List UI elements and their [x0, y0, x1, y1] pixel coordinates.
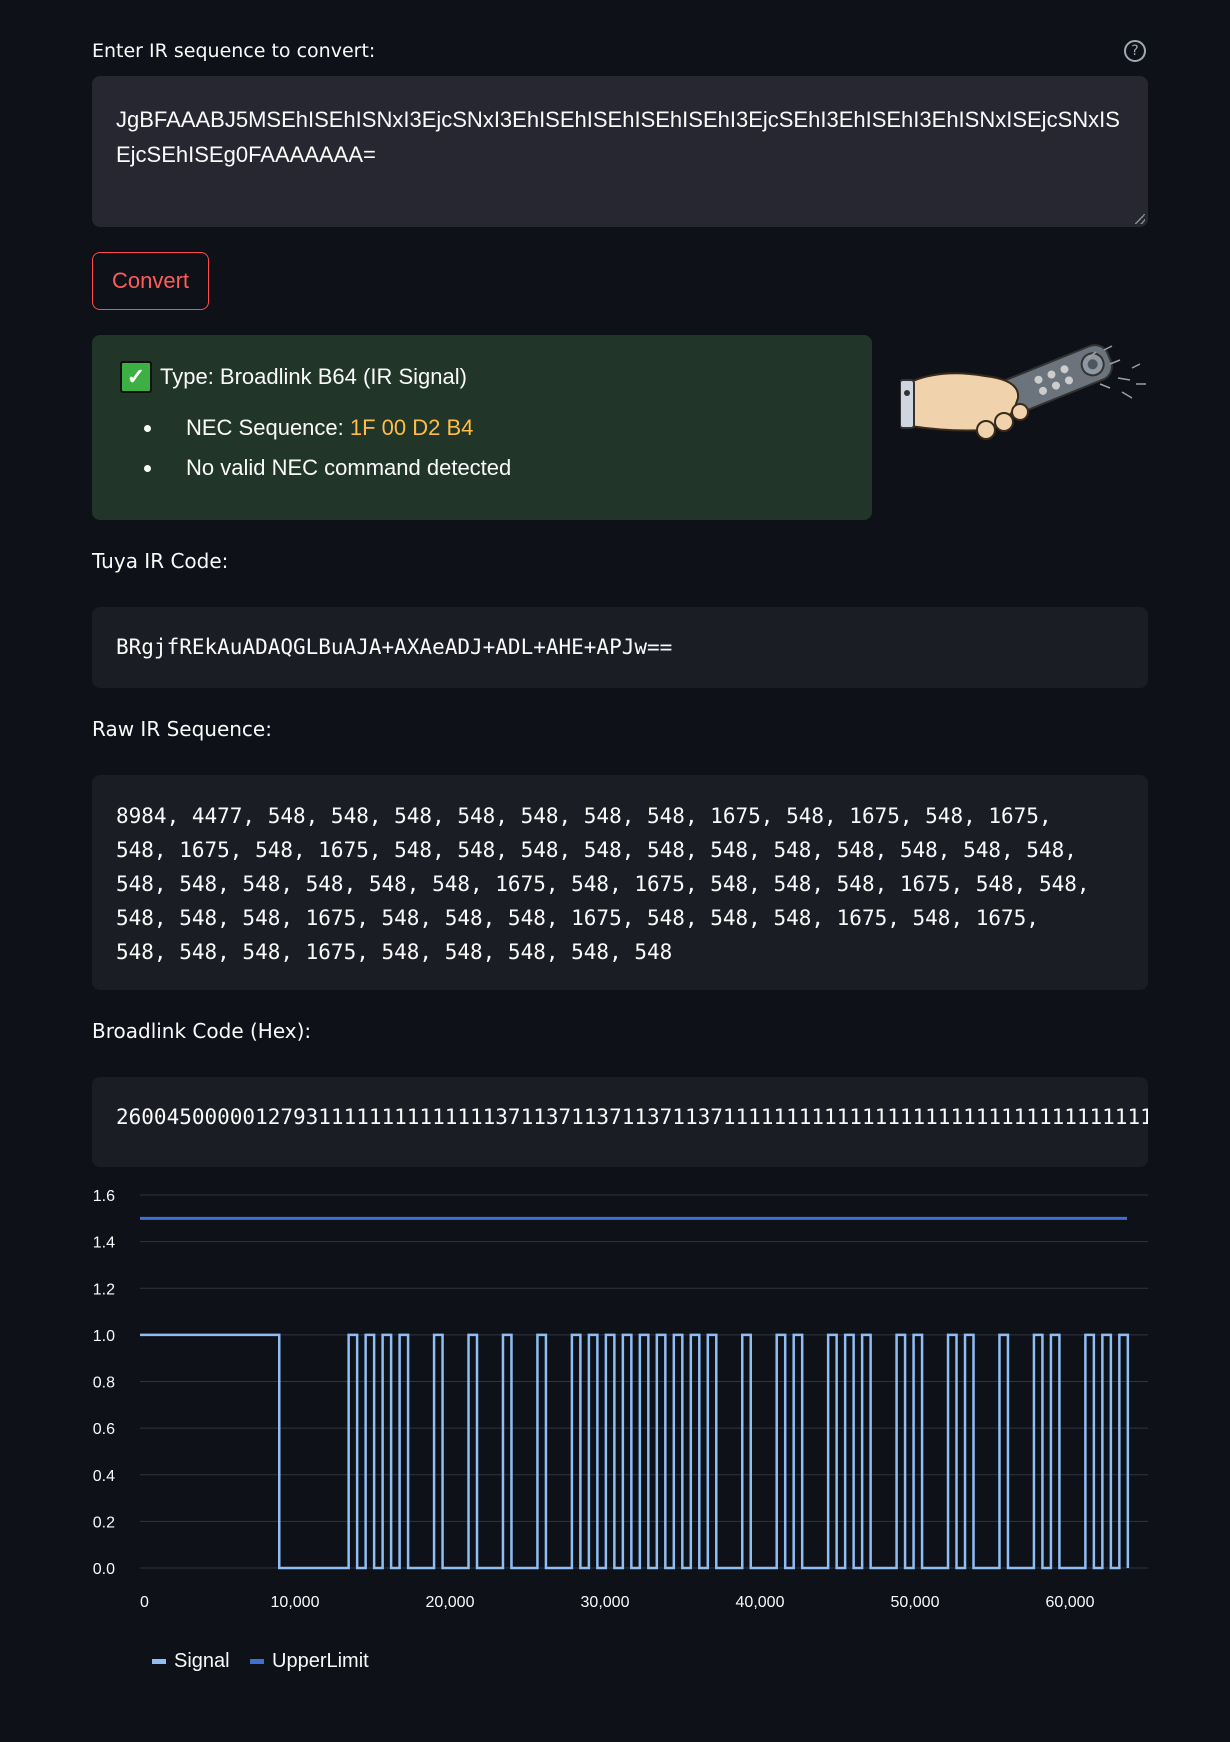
x-tick-label: 20,000	[426, 1594, 475, 1611]
result-list: NEC Sequence: 1F 00 D2 B4 No valid NEC c…	[120, 415, 844, 481]
signal-chart: 0.0 0.2 0.4 0.6 0.8 1.0 1.2 1.4 1.6 0 10,000 20,000…	[93, 1188, 1148, 1611]
y-tick-label: 0.2	[93, 1514, 115, 1531]
result-type: ✓ Type: Broadlink B64 (IR Signal)	[120, 361, 844, 393]
x-tick-label: 0	[140, 1594, 149, 1611]
help-icon[interactable]: ?	[1124, 40, 1146, 62]
input-label: Enter IR sequence to convert:	[92, 40, 376, 62]
result-success-box: ✓ Type: Broadlink B64 (IR Signal) NEC Se…	[92, 335, 872, 520]
y-tick-label: 1.6	[93, 1188, 115, 1205]
x-tick-label: 30,000	[581, 1594, 630, 1611]
y-tick-label: 1.2	[93, 1281, 115, 1298]
y-tick-label: 0.8	[93, 1375, 115, 1392]
legend-signal[interactable]: Signal	[152, 1650, 230, 1673]
raw-line: 8984, 4477, 548, 548, 548, 548, 548, 548…	[116, 804, 1052, 828]
legend-upperlimit[interactable]: UpperLimit	[250, 1650, 369, 1673]
result-type-text: Type: Broadlink B64 (IR Signal)	[160, 364, 467, 389]
raw-line: 548, 548, 548, 1675, 548, 548, 548, 548,…	[116, 940, 673, 964]
upper-swatch	[250, 1659, 264, 1665]
y-tick-label: 1.0	[93, 1328, 115, 1345]
raw-label: Raw IR Sequence:	[92, 717, 272, 741]
no-command-item: No valid NEC command detected	[164, 455, 844, 481]
x-tick-label: 60,000	[1046, 1594, 1095, 1611]
raw-line: 548, 1675, 548, 1675, 548, 548, 548, 548…	[116, 838, 1077, 862]
raw-line: 548, 548, 548, 1675, 548, 548, 548, 1675…	[116, 906, 1039, 930]
nec-value: 1F 00 D2 B4	[349, 415, 474, 440]
signal-swatch	[152, 1659, 166, 1665]
tuya-label: Tuya IR Code:	[92, 549, 229, 573]
raw-sequence-box[interactable]: 8984, 4477, 548, 548, 548, 548, 548, 548…	[92, 775, 1148, 990]
tuya-code-box[interactable]: BRgjfREkAuADAQGLBuAJA+AXAeADJ+ADL+AHE+AP…	[92, 607, 1148, 688]
y-tick-label: 0.0	[93, 1561, 115, 1578]
broadlink-code-box[interactable]: 2600450000012793111111111111113711371137…	[92, 1077, 1148, 1167]
x-tick-label: 50,000	[891, 1594, 940, 1611]
y-tick-label: 1.4	[93, 1235, 115, 1252]
signal-line	[140, 1333, 1130, 1570]
x-tick-label: 10,000	[271, 1594, 320, 1611]
check-mark-icon: ✓	[120, 361, 152, 393]
x-tick-label: 40,000	[736, 1594, 785, 1611]
y-tick-label: 0.6	[93, 1421, 115, 1438]
remote-control-illustration	[900, 344, 1146, 440]
tuya-code: BRgjfREkAuADAQGLBuAJA+AXAeADJ+ADL+AHE+AP…	[116, 635, 673, 659]
nec-sequence-item: NEC Sequence: 1F 00 D2 B4	[164, 415, 844, 441]
raw-line: 548, 548, 548, 548, 548, 548, 1675, 548,…	[116, 872, 1090, 896]
ir-sequence-input[interactable]: JgBFAAABJ5MSEhISEhISNxI3EjcSNxI3EhISEhIS…	[92, 76, 1148, 227]
nec-label: NEC Sequence:	[186, 415, 350, 440]
y-tick-label: 0.4	[93, 1468, 115, 1485]
broadlink-code: 2600450000012793111111111111113711371137…	[116, 1105, 1148, 1129]
resize-handle-icon[interactable]	[1135, 214, 1145, 224]
legend-signal-label: Signal	[174, 1650, 230, 1672]
ir-sequence-value: JgBFAAABJ5MSEhISEhISNxI3EjcSNxI3EhISEhIS…	[116, 107, 1120, 167]
broadlink-label: Broadlink Code (Hex):	[92, 1019, 312, 1043]
legend-upper-label: UpperLimit	[272, 1650, 369, 1672]
convert-button[interactable]: Convert	[92, 252, 209, 310]
